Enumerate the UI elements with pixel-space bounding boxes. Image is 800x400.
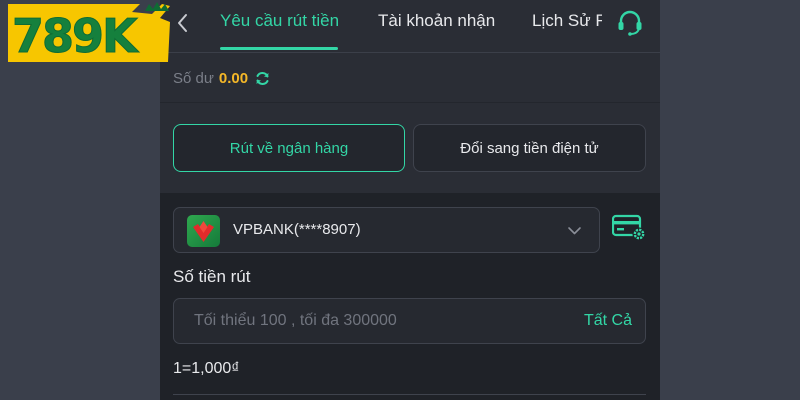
headset-icon[interactable] (615, 9, 645, 37)
convert-to-crypto-button[interactable]: Đổi sang tiền điện tử (413, 124, 646, 172)
card-settings-icon[interactable] (611, 213, 648, 243)
tab-withdraw-request[interactable]: Yêu cầu rút tiền (220, 0, 339, 52)
brand-logo: 789K (0, 0, 175, 66)
refresh-icon[interactable] (254, 70, 271, 87)
withdraw-form: VPBANK(****8907) Số tiền rút Tất Cả 1=1 (160, 193, 660, 400)
amount-input[interactable] (194, 299, 554, 343)
amount-label: Số tiền rút (173, 267, 251, 286)
bank-account-select[interactable]: VPBANK(****8907) (173, 207, 600, 253)
active-tab-indicator (220, 47, 338, 50)
amount-field: Tất Cả (173, 298, 646, 344)
tab-receiving-account[interactable]: Tài khoản nhận (378, 0, 495, 52)
balance-label: Số dư (173, 69, 214, 87)
balance-value: 0.00 (218, 69, 249, 87)
logo-text: 789K (12, 9, 140, 63)
divider (173, 394, 646, 395)
chevron-left-icon[interactable] (174, 12, 190, 34)
tab-history[interactable]: Lịch Sử R (532, 0, 602, 52)
exchange-rate-text: 1=1,000₫ (173, 360, 240, 377)
bank-account-name: VPBANK(****8907) (233, 221, 361, 238)
withdraw-to-bank-button[interactable]: Rút về ngân hàng (173, 124, 405, 172)
header-bar: Yêu cầu rút tiền Tài khoản nhận Lịch Sử … (160, 0, 660, 53)
withdraw-all-button[interactable]: Tất Cả (584, 299, 632, 343)
chevron-down-icon (567, 224, 582, 236)
divider (160, 102, 660, 103)
withdraw-panel: Yêu cầu rút tiền Tài khoản nhận Lịch Sử … (160, 0, 660, 400)
vpbank-logo-icon (187, 215, 220, 247)
balance-row: Số dư 0.00 (173, 68, 271, 88)
